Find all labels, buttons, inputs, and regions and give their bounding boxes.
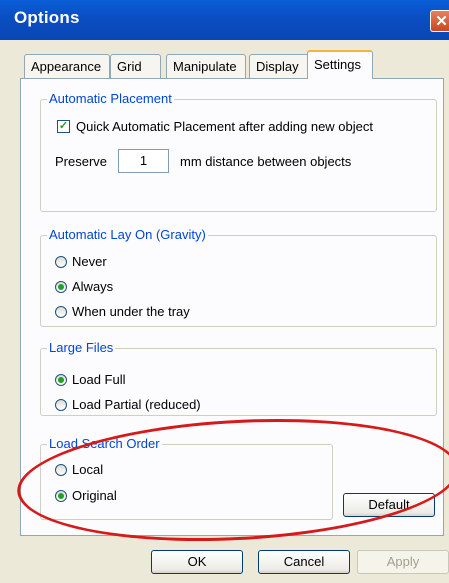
large-files-option-partial[interactable]: Load Partial (reduced): [55, 397, 201, 412]
tab-label: Appearance: [31, 59, 102, 74]
apply-button[interactable]: Apply: [357, 550, 449, 574]
radio-icon[interactable]: [55, 463, 67, 476]
search-order-option-label: Original: [72, 488, 117, 503]
radio-icon[interactable]: [55, 398, 67, 411]
large-files-legend: Large Files: [47, 340, 116, 356]
cancel-button[interactable]: Cancel: [258, 550, 350, 574]
checkbox-check-icon[interactable]: ✓: [57, 120, 70, 133]
preserve-distance-input[interactable]: 1: [118, 149, 170, 173]
tab-label: Manipulate: [173, 59, 237, 74]
preserve-row: Preserve 1 mm distance between objects: [55, 149, 351, 173]
large-files-option-label: Load Full: [72, 372, 126, 387]
radio-icon[interactable]: [55, 373, 67, 386]
radio-icon[interactable]: [55, 305, 67, 318]
gravity-option-label: Never: [72, 254, 107, 269]
tab-settings[interactable]: Settings: [307, 50, 373, 79]
radio-icon[interactable]: [55, 255, 67, 268]
search-order-option-label: Local: [72, 462, 104, 477]
quick-placement-label: Quick Automatic Placement after adding n…: [76, 119, 373, 134]
search-order-option-local[interactable]: Local: [55, 462, 103, 477]
automatic-placement-legend: Automatic Placement: [47, 91, 174, 107]
automatic-placement-group: Automatic Placement ✓ Quick Automatic Pl…: [40, 91, 437, 212]
tab-manipulate[interactable]: Manipulate: [166, 54, 246, 78]
tab-appearance[interactable]: Appearance: [24, 54, 110, 78]
tab-display[interactable]: Display: [249, 54, 309, 78]
gravity-option-tray[interactable]: When under the tray: [55, 304, 190, 319]
large-files-group: Large Files Load Full Load Partial (redu…: [40, 340, 437, 416]
distance-unit-label: mm distance between objects: [180, 153, 352, 169]
search-order-legend: Load Search Order: [47, 436, 162, 452]
large-files-option-full[interactable]: Load Full: [55, 372, 125, 387]
close-icon[interactable]: ✕: [430, 10, 449, 32]
tab-label: Grid: [117, 59, 142, 74]
radio-icon[interactable]: [55, 280, 67, 293]
gravity-legend: Automatic Lay On (Gravity): [47, 227, 208, 243]
title-bar: Options ✕: [0, 0, 449, 40]
tab-label: Display: [256, 59, 299, 74]
gravity-option-label: Always: [72, 279, 114, 294]
gravity-option-label: When under the tray: [72, 304, 190, 319]
search-order-group: Load Search Order Local Original: [40, 436, 333, 520]
tab-label: Settings: [314, 57, 361, 72]
gravity-option-never[interactable]: Never: [55, 254, 107, 269]
radio-icon[interactable]: [55, 489, 67, 502]
ok-button[interactable]: OK: [151, 550, 243, 574]
large-files-option-label: Load Partial (reduced): [72, 397, 201, 412]
quick-placement-checkbox[interactable]: ✓ Quick Automatic Placement after adding…: [57, 119, 373, 134]
tab-grid[interactable]: Grid: [110, 54, 161, 78]
gravity-option-always[interactable]: Always: [55, 279, 113, 294]
preserve-label: Preserve: [55, 153, 108, 169]
search-order-option-original[interactable]: Original: [55, 488, 117, 503]
window-title: Options: [14, 8, 80, 27]
default-button[interactable]: Default: [343, 493, 435, 517]
gravity-group: Automatic Lay On (Gravity) Never Always …: [40, 227, 437, 327]
